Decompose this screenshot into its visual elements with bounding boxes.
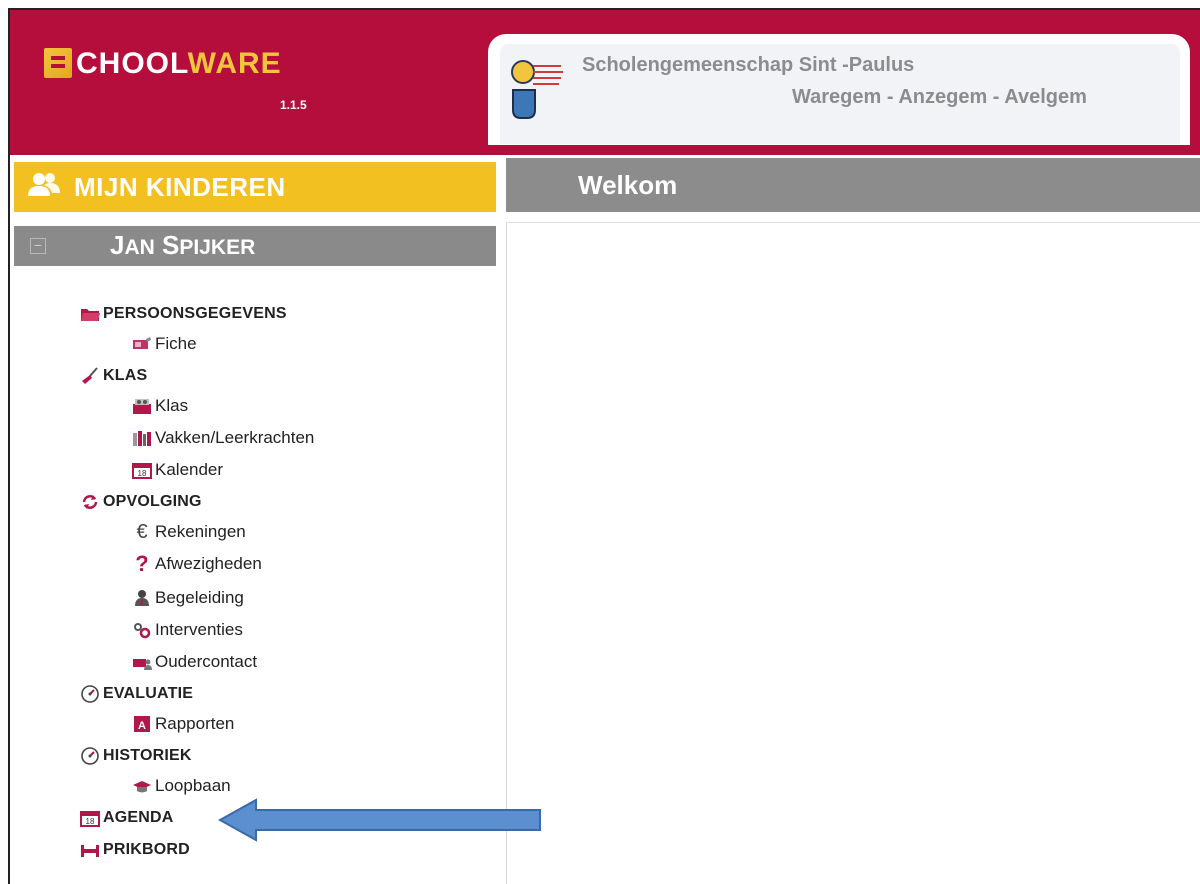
menu-category-label: OPVOLGING [103,493,202,510]
collapse-icon[interactable]: − [30,238,46,254]
menu-item-interventies[interactable]: Interventies [132,620,243,640]
school-name: Scholengemeenschap Sint -Paulus [582,54,915,76]
child-name: JAN SPIJKER [110,230,255,261]
id-card-icon [133,337,151,349]
child-last-initial: S [162,230,180,260]
menu-item-loopbaan[interactable]: Loopbaan [132,776,231,796]
menu-item-rapporten[interactable]: A Rapporten [132,714,234,734]
users-icon [28,173,60,196]
euro-icon: € [136,521,148,543]
classroom-icon [133,399,151,414]
menu-category-evaluatie[interactable]: EVALUATIE [80,684,193,704]
menu-item-label: Interventies [155,620,243,639]
gauge-icon [81,685,99,703]
menu-item-label: Fiche [155,334,197,353]
menu-item-label: Loopbaan [155,776,231,795]
menu-item-label: Rapporten [155,714,235,733]
menu-item-kalender[interactable]: 18 Kalender [132,460,223,480]
logo-s-mark [44,48,72,78]
menu-item-fiche[interactable]: Fiche [132,334,197,354]
menu-category-prikbord[interactable]: PRIKBORD [80,840,190,860]
calendar-icon: 18 [132,463,152,479]
logo-text-prefix: CHOOL [76,47,188,80]
menu-category-klas[interactable]: KLAS [80,366,147,386]
page-title: Welkom [578,170,678,200]
menu-category-label: KLAS [103,367,148,384]
menu-item-label: Begeleiding [155,588,244,607]
main-content-panel [506,222,1200,884]
menu-item-oudercontact[interactable]: Oudercontact [132,652,257,672]
parent-contact-icon [133,659,152,670]
school-logo-icon [511,60,563,119]
graduation-cap-icon [133,781,151,793]
broom-icon [82,367,98,384]
menu-item-rekeningen[interactable]: € Rekeningen [132,521,246,543]
books-icon [133,431,151,446]
counselor-icon [135,590,149,606]
menu-item-label: Vakken/Leerkrachten [155,428,315,447]
menu-item-begeleiding[interactable]: Begeleiding [132,588,244,608]
menu-item-klas[interactable]: Klas [132,396,188,416]
menu-item-label: Kalender [155,460,224,479]
menu-category-label: EVALUATIE [103,685,194,702]
app-version: 1.1.5 [280,98,307,112]
child-first-initial: J [110,230,125,260]
school-locations: Waregem - Anzegem - Avelgem [792,86,1087,108]
menu-item-label: Oudercontact [155,652,258,671]
pinboard-icon [81,845,99,857]
menu-category-label: PERSOONSGEGEVENS [103,305,287,322]
menu-item-label: Klas [155,396,189,415]
menu-item-label: Afwezigheden [155,554,262,573]
agenda-calendar-icon: 18 [80,811,100,827]
svg-text:A: A [138,720,146,732]
menu-category-persoonsgegevens[interactable]: PERSOONSGEGEVENS [80,304,287,324]
child-first-rest: AN [124,236,155,259]
schoolware-logo[interactable]: CHOOLWARE [44,42,374,82]
question-icon: ? [135,551,149,576]
menu-category-label: AGENDA [103,809,174,826]
menu-category-label: PRIKBORD [103,841,190,858]
intervention-icon [134,623,151,639]
refresh-icon [82,495,98,509]
report-icon: A [134,716,150,732]
child-last-rest: PIJKER [179,236,256,259]
my-children-label: MIJN KINDEREN [74,172,286,202]
menu-category-historiek[interactable]: HISTORIEK [80,746,192,766]
folder-icon [81,309,100,321]
menu-category-agenda[interactable]: 18 AGENDA [80,808,174,828]
menu-category-opvolging[interactable]: OPVOLGING [80,492,202,512]
history-gauge-icon [81,747,99,765]
menu-item-afwezigheden[interactable]: ? Afwezigheden [132,551,262,576]
logo-text-suffix: WARE [187,47,282,80]
menu-item-vakken[interactable]: Vakken/Leerkrachten [132,428,314,448]
menu-category-label: HISTORIEK [103,747,192,764]
svg-text:18: 18 [138,469,147,478]
annotation-arrow [218,798,541,842]
svg-text:18: 18 [86,817,95,826]
menu-item-label: Rekeningen [155,522,246,541]
